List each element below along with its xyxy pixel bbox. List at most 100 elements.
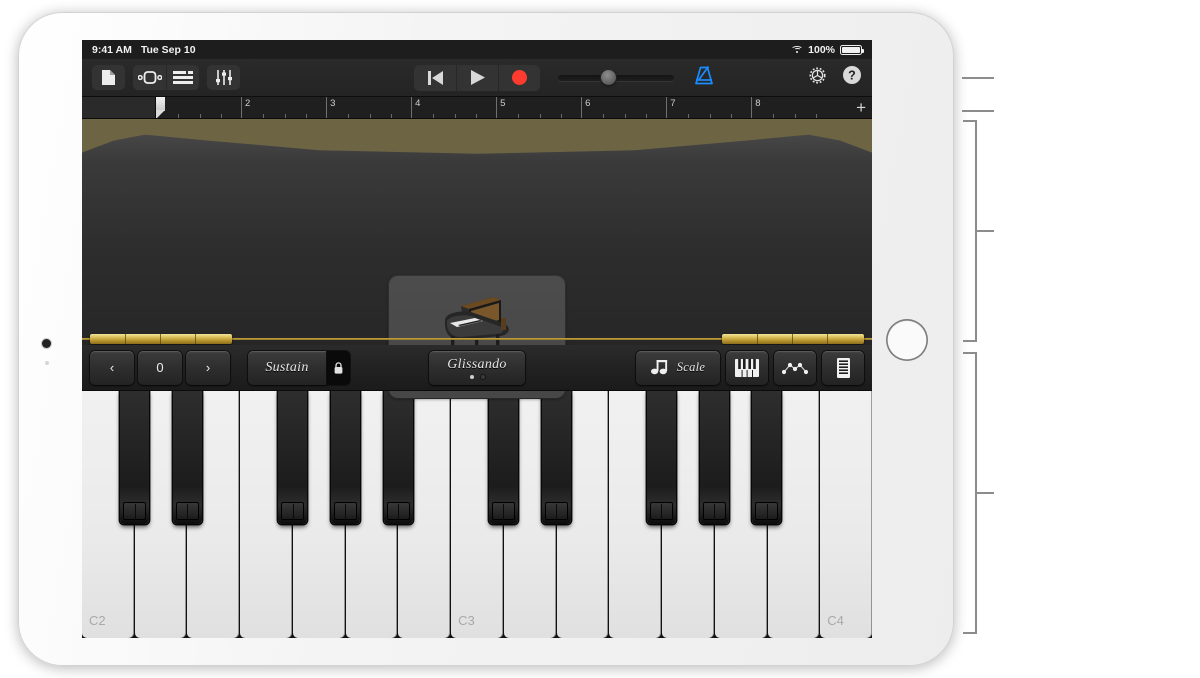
transport-controls[interactable] <box>414 64 540 91</box>
ruler-bar: 4 <box>411 97 496 118</box>
octave-value-display: 0 <box>138 350 182 385</box>
octave-control-group[interactable]: ‹ 0 › <box>90 350 230 385</box>
toolbar-right-tools: ? <box>808 65 862 90</box>
arpeggiator-icon <box>782 362 808 374</box>
octave-down-button[interactable]: ‹ <box>90 350 134 385</box>
add-section-button[interactable]: + <box>856 99 866 116</box>
ruler-bar-number: 8 <box>755 98 761 109</box>
ruler-bar: 8 <box>751 97 836 118</box>
ruler-bar: 6 <box>581 97 666 118</box>
glissando-dot-on[interactable] <box>469 374 474 379</box>
record-button[interactable] <box>498 64 540 91</box>
playhead[interactable] <box>156 97 165 118</box>
ambient-sensor-icon <box>45 361 49 365</box>
sustain-label: Sustain <box>265 359 309 375</box>
black-key[interactable] <box>646 391 676 524</box>
ruler-bar: 2 <box>241 97 326 118</box>
glissando-dot-off[interactable] <box>480 374 485 379</box>
ruler-left-pad <box>82 97 156 118</box>
callout-instrument-bracket-bottom <box>963 340 977 342</box>
callout-keyboard-lead <box>977 492 994 494</box>
settings-gear-icon[interactable] <box>808 66 827 90</box>
slider-track <box>558 74 674 81</box>
glissando-button[interactable]: Glissando <box>429 350 525 385</box>
front-camera-icon <box>42 339 51 348</box>
black-key-seam <box>503 504 505 520</box>
black-key[interactable] <box>383 391 413 524</box>
ruler-bar-number: 4 <box>415 98 421 109</box>
glissando-label: Glissando <box>447 356 507 372</box>
toolbar: ? <box>82 59 872 97</box>
black-key-seam <box>556 504 557 520</box>
device-screen: 9:41 AM Tue Sep 10 100% ? 1 2 3 4 5 6 7 … <box>82 40 872 638</box>
help-icon[interactable]: ? <box>842 65 862 90</box>
keyboard-control-bar: ‹ 0 › Sustain Glissando Scale <box>82 345 872 391</box>
double-note-icon <box>650 360 667 375</box>
ruler-bar: 5 <box>496 97 581 118</box>
slider-knob[interactable] <box>601 70 616 85</box>
rewind-button[interactable] <box>414 65 456 91</box>
callout-keyboard-bracket-top <box>963 352 977 354</box>
keyboard-layout-button[interactable] <box>822 350 864 385</box>
white-key[interactable]: C4 <box>820 391 872 638</box>
record-dot-icon <box>512 70 527 85</box>
ruler-bar-number: 5 <box>500 98 506 109</box>
black-key[interactable] <box>488 391 518 524</box>
sustain-lock-button[interactable] <box>326 350 350 385</box>
black-key[interactable] <box>330 391 360 524</box>
loop-browser-icon[interactable] <box>133 65 166 90</box>
black-key[interactable] <box>278 391 308 524</box>
black-key[interactable] <box>752 391 782 524</box>
ruler-bar-number: 7 <box>670 98 676 109</box>
black-key-seam <box>766 504 768 520</box>
instrument-stage: Grand Piano ‹ 0 <box>82 119 872 638</box>
callout-keyboard-bracket-side <box>975 352 977 634</box>
ruler-bar: 3 <box>326 97 411 118</box>
white-key-label: C3 <box>458 613 475 628</box>
sustain-control-group[interactable]: Sustain <box>248 350 350 385</box>
callout-ruler <box>962 110 994 112</box>
ipad-device: 9:41 AM Tue Sep 10 100% ? 1 2 3 4 5 6 7 … <box>18 12 954 666</box>
metronome-icon[interactable] <box>693 65 715 90</box>
black-key[interactable] <box>120 391 150 524</box>
keyboard-layout-icon <box>836 357 850 378</box>
brass-segment-right <box>722 334 864 344</box>
ruler-bar-number: 3 <box>330 98 336 109</box>
keyboard-size-button[interactable] <box>726 350 768 385</box>
callout-toolbar <box>962 77 994 79</box>
black-key-seam <box>398 504 399 520</box>
scale-button[interactable]: Scale <box>636 350 720 385</box>
black-key-seam <box>714 504 715 520</box>
octave-up-button[interactable]: › <box>186 350 230 385</box>
black-key[interactable] <box>172 391 202 524</box>
sustain-button[interactable]: Sustain <box>248 350 326 385</box>
view-segmented-control[interactable] <box>133 65 199 90</box>
screenshot-root: 9:41 AM Tue Sep 10 100% ? 1 2 3 4 5 6 7 … <box>0 0 1200 678</box>
black-key-seam <box>661 504 663 520</box>
ruler-bars[interactable]: 12 3 4 5 6 7 8 <box>156 97 872 118</box>
black-key[interactable] <box>699 391 729 524</box>
track-view-icon[interactable] <box>166 65 199 90</box>
home-button[interactable] <box>886 319 928 361</box>
wifi-icon <box>791 45 804 55</box>
master-volume-slider[interactable] <box>558 67 674 89</box>
ruler-bar-number: 6 <box>585 98 591 109</box>
callout-instrument-bracket-top <box>963 120 977 122</box>
piano-keyboard[interactable]: C2 C3 C4 <box>82 391 872 638</box>
black-key-seam <box>187 504 189 520</box>
mixer-icon[interactable] <box>207 65 240 90</box>
battery-percent: 100% <box>808 43 835 56</box>
my-songs-icon[interactable] <box>92 65 125 90</box>
ruler[interactable]: 12 3 4 5 6 7 8 + <box>82 97 872 119</box>
callout-keyboard-bracket-bottom <box>963 632 977 634</box>
brass-segment-left <box>90 334 232 344</box>
white-key-label: C2 <box>89 613 106 628</box>
ruler-bar-number: 2 <box>245 98 251 109</box>
status-bar-right: 100% <box>791 43 865 56</box>
black-key[interactable] <box>541 391 571 524</box>
arpeggiator-button[interactable] <box>774 350 816 385</box>
play-button[interactable] <box>456 64 498 91</box>
callout-instrument-bracket-side <box>975 120 977 342</box>
glissando-mode-dots[interactable] <box>469 374 485 379</box>
battery-full-icon <box>840 44 865 55</box>
